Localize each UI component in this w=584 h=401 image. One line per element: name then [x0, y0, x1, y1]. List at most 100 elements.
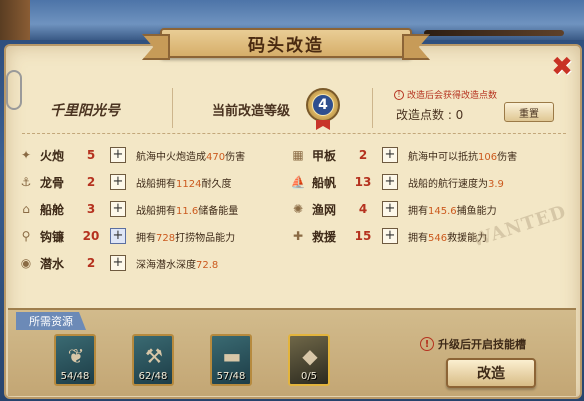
desc-text: 战船拥有: [136, 205, 176, 217]
stat-row: ⌂ 船舱 3 + 战船拥有11.6储备能量: [18, 198, 238, 220]
stat-row: ⚓ 龙骨 2 + 战船拥有1124耐久度: [18, 171, 231, 193]
add-point-button[interactable]: +: [382, 228, 398, 244]
resources-panel: 所需资源 ❦ 54/48 ⚒ 62/48 ▬ 57/48 ◆ 0/5 ! 升级后开启技能槽 改…: [8, 308, 576, 396]
stat-row: ▦ 甲板 2 + 航海中可以抵抗106伤害: [290, 144, 517, 166]
stat-name: 龙骨: [40, 175, 65, 190]
unlock-note: ! 升级后开启技能槽: [420, 336, 526, 352]
log-icon: ▬: [222, 344, 242, 368]
stat-description: 航海中火炮造成470伤害: [136, 148, 245, 163]
desc-number: 72.8: [196, 259, 219, 271]
resource-slot[interactable]: ◆ 0/5: [288, 334, 330, 386]
net-icon: ✺: [292, 202, 304, 216]
level-label: 当前改造等级: [212, 104, 291, 119]
stat-description: 战船拥有11.6储备能量: [136, 202, 238, 217]
resource-slot[interactable]: ❦ 54/48: [54, 334, 96, 386]
desc-number: 145.6: [428, 205, 457, 217]
add-point-button[interactable]: +: [110, 147, 126, 163]
window-title: 码头改造: [248, 35, 324, 56]
level-value: 4: [312, 94, 334, 116]
desc-text: 耐久度: [201, 178, 232, 190]
stat-description: 深海潜水深度72.8: [136, 256, 218, 271]
close-button[interactable]: ✖: [546, 52, 578, 82]
divider: [372, 88, 373, 128]
upgrade-header: 千里阳光号 当前改造等级 4 ! 改造后会获得改造点数 改造点数 : 0 重置: [22, 82, 566, 134]
level-medal-icon: 4: [306, 88, 340, 122]
desc-text: 战船拥有: [136, 178, 176, 190]
stat-name: 船帆: [312, 175, 337, 190]
stats-grid: ✦ 火炮 5 + 航海中火炮造成470伤害 ⚓ 龙骨 2 + 战船拥有1124耐久度 ⌂ 船舱 3 + 战船…: [10, 144, 566, 294]
desc-text: 航海中可以抵抗: [408, 151, 478, 163]
resource-slot[interactable]: ⚒ 62/48: [132, 334, 174, 386]
reset-button[interactable]: 重置: [504, 102, 554, 122]
desc-number: 11.6: [176, 205, 199, 217]
alert-icon: !: [420, 337, 434, 351]
divider: [172, 88, 173, 128]
desc-number: 106: [478, 151, 498, 163]
stat-name: 渔网: [312, 202, 337, 217]
stat-name: 钩镰: [40, 229, 65, 244]
desc-text: 战船的航行速度为: [408, 178, 488, 190]
stat-description: 拥有728打捞物品能力: [136, 229, 235, 244]
desc-text: 航海中火炮造成: [136, 151, 206, 163]
cannon-icon: ✦: [20, 148, 32, 162]
desc-text: 伤害: [225, 151, 246, 163]
keel-icon: ⚓: [20, 175, 32, 189]
paperclip-icon: [6, 70, 22, 110]
unlock-note-text: 升级后开启技能槽: [438, 338, 526, 351]
stat-description: 航海中可以抵抗106伤害: [408, 148, 517, 163]
ship-name: 千里阳光号: [50, 103, 120, 119]
desc-number: 1124: [176, 178, 202, 190]
stat-description: 拥有145.6捕鱼能力: [408, 202, 497, 217]
stat-value: 2: [86, 175, 96, 189]
stat-row: ⚲ 钩镰 20 + 拥有728打捞物品能力: [18, 225, 235, 247]
add-point-button[interactable]: +: [110, 201, 126, 217]
notice-text: 改造后会获得改造点数: [407, 91, 498, 101]
stat-name: 甲板: [312, 148, 337, 163]
add-point-button[interactable]: +: [382, 147, 398, 163]
cabin-icon: ⌂: [22, 202, 30, 216]
add-point-button[interactable]: +: [110, 255, 126, 271]
upgrade-points: 改造点数 : 0: [396, 108, 464, 122]
desc-text: 储备能量: [198, 205, 239, 217]
add-point-button[interactable]: +: [110, 174, 126, 190]
silver-ore-icon: ◆: [302, 344, 318, 368]
upgrade-button[interactable]: 改造: [446, 358, 536, 388]
close-icon: ✖: [551, 52, 573, 82]
title-banner: 码头改造: [160, 28, 412, 58]
resource-count: 62/48: [138, 371, 168, 382]
stat-row: ✺ 渔网 4 + 拥有145.6捕鱼能力: [290, 198, 497, 220]
add-point-button[interactable]: +: [110, 228, 126, 244]
add-point-button[interactable]: +: [382, 174, 398, 190]
stat-value: 13: [354, 175, 372, 189]
stat-value: 20: [82, 229, 100, 243]
ribbon-icon: [316, 120, 330, 130]
resource-count: 57/48: [216, 371, 246, 382]
stat-value: 4: [358, 202, 368, 216]
add-point-button[interactable]: +: [382, 201, 398, 217]
stat-name: 船舱: [40, 202, 65, 217]
stat-name: 潜水: [40, 256, 65, 271]
rope-scenery: [424, 30, 564, 36]
stat-value: 2: [358, 148, 368, 162]
stat-description: 战船拥有1124耐久度: [136, 175, 231, 190]
resource-count: 54/48: [60, 371, 90, 382]
stat-value: 15: [354, 229, 372, 243]
hook-icon: ⚲: [21, 229, 31, 243]
desc-number: 546: [428, 232, 448, 244]
stat-name: 火炮: [40, 148, 65, 163]
desc-text: 捕鱼能力: [456, 205, 497, 217]
stat-row: ⛵ 船帆 13 + 战船的航行速度为3.9: [290, 171, 504, 193]
desc-text: 深海潜水深度: [136, 259, 196, 271]
desc-text: 打捞物品能力: [175, 232, 236, 244]
desc-number: 3.9: [488, 178, 504, 190]
desc-text: 拥有: [136, 232, 156, 244]
stat-description: 战船的航行速度为3.9: [408, 175, 504, 190]
resources-title: 所需资源: [16, 312, 86, 330]
resource-count: 0/5: [300, 371, 318, 382]
stat-row: ✦ 火炮 5 + 航海中火炮造成470伤害: [18, 144, 245, 166]
desc-number: 470: [206, 151, 226, 163]
sail-icon: ⛵: [290, 175, 306, 189]
stat-row: ◉ 潜水 2 + 深海潜水深度72.8: [18, 252, 218, 274]
resource-slot[interactable]: ▬ 57/48: [210, 334, 252, 386]
desc-number: 728: [156, 232, 176, 244]
